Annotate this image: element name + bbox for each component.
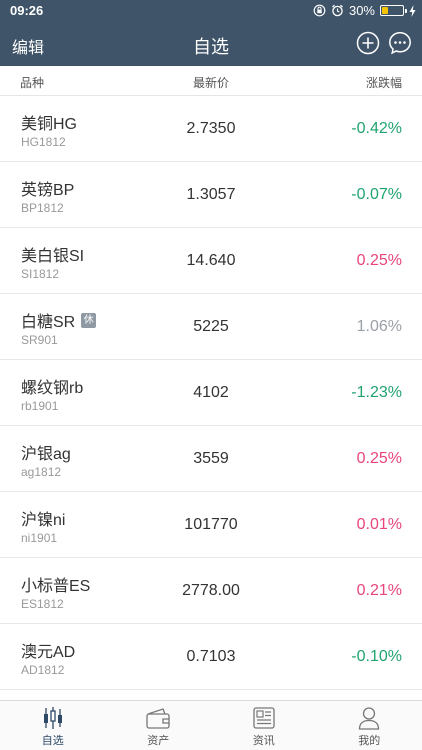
candlestick-icon <box>43 707 62 729</box>
watchlist: 美铜HG HG1812 2.7350 -0.42% 英镑BP BP1812 1.3057 -0… <box>0 96 422 690</box>
change-percent: 0.21% <box>356 582 402 599</box>
table-row[interactable]: 英镑BP BP1812 1.3057 -0.07% <box>0 162 422 228</box>
top-bar: 09:26 30% 编辑 自选 <box>0 0 422 66</box>
table-row[interactable]: 白糖SR 休 SR901 5225 1.06% <box>0 294 422 360</box>
change-percent: -0.10% <box>351 648 402 665</box>
change-percent: 0.25% <box>356 252 402 269</box>
nav-bar: 编辑 自选 <box>0 22 422 66</box>
tab-news[interactable]: 资讯 <box>211 701 317 750</box>
table-row[interactable]: 美铜HG HG1812 2.7350 -0.42% <box>0 96 422 162</box>
tab-label: 我的 <box>358 735 381 747</box>
change-percent: 1.06% <box>356 318 402 335</box>
tab-profile[interactable]: 我的 <box>317 701 422 750</box>
table-row[interactable]: 小标普ES ES1812 2778.00 0.21% <box>0 558 422 624</box>
column-header: 品种 最新价 涨跌幅 <box>0 66 422 96</box>
table-row[interactable]: 澳元AD AD1812 0.7103 -0.10% <box>0 624 422 690</box>
tab-watchlist[interactable]: 自选 <box>0 701 106 750</box>
table-row[interactable]: 沪银ag ag1812 3559 0.25% <box>0 426 422 492</box>
change-percent: 0.01% <box>356 516 402 533</box>
news-icon <box>253 707 275 729</box>
tab-bar: 自选 资产 资讯 我的 <box>0 700 422 750</box>
change-percent: -0.07% <box>351 186 402 203</box>
table-row[interactable]: 沪镍ni ni1901 101770 0.01% <box>0 492 422 558</box>
tab-label: 资产 <box>147 735 170 747</box>
battery-icon <box>380 5 407 16</box>
tab-label: 自选 <box>41 735 64 747</box>
table-row[interactable]: 螺纹钢rb rb1901 4102 -1.23% <box>0 360 422 426</box>
status-right: 30% <box>313 3 416 18</box>
chat-icon[interactable] <box>388 31 412 55</box>
change-percent: -1.23% <box>351 384 402 401</box>
profile-icon <box>359 707 380 730</box>
tab-label: 资讯 <box>252 735 275 747</box>
change-percent: -0.42% <box>351 120 402 137</box>
charging-icon <box>409 4 416 17</box>
add-icon[interactable] <box>356 31 380 55</box>
change-percent: 0.25% <box>356 450 402 467</box>
tab-assets[interactable]: 资产 <box>106 701 212 750</box>
rotation-lock-icon <box>313 4 326 17</box>
status-bar: 09:26 30% <box>0 0 422 22</box>
status-time: 09:26 <box>10 3 44 18</box>
wallet-icon <box>146 708 170 729</box>
col-change-label: 涨跌幅 <box>365 76 402 90</box>
col-price-label: 最新价 <box>192 76 229 90</box>
battery-percent: 30% <box>348 3 375 18</box>
alarm-icon <box>332 4 343 17</box>
table-row[interactable]: 美白银SI SI1812 14.640 0.25% <box>0 228 422 294</box>
